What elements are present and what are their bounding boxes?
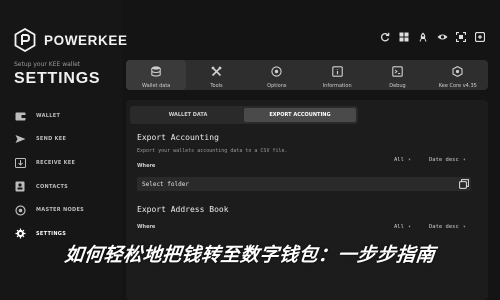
core-icon: [452, 62, 463, 81]
tool-label: Tools: [210, 82, 223, 89]
chevron-down-icon: ▾: [407, 157, 411, 163]
select-value: All: [394, 157, 404, 163]
sidebar-item-send[interactable]: SEND KEE: [14, 128, 118, 152]
receive-icon: [14, 157, 26, 169]
contacts-icon: [14, 181, 26, 193]
tool-information[interactable]: Information: [307, 60, 367, 90]
gear-icon: [14, 228, 26, 240]
sidebar-item-label: WALLET: [36, 112, 61, 119]
chevron-down-icon: ▾: [407, 224, 411, 230]
select-value: Date desc: [429, 157, 459, 163]
chevron-down-icon: ▾: [462, 157, 466, 163]
tool-label: Debug: [389, 82, 406, 89]
settings-toolbar: Wallet data Tools Options Information De…: [126, 60, 488, 90]
tab-export-accounting[interactable]: EXPORT ACCOUNTING: [244, 108, 356, 122]
chevron-down-icon: ▾: [462, 224, 466, 230]
refresh-icon[interactable]: [379, 31, 391, 43]
sidebar-item-label: CONTACTS: [36, 183, 69, 190]
tool-tools[interactable]: Tools: [186, 60, 246, 90]
filter-all-select[interactable]: All ▾: [394, 157, 411, 163]
select-folder-field[interactable]: Select folder: [137, 177, 471, 191]
grid-icon[interactable]: [398, 31, 410, 43]
rocket-icon[interactable]: [417, 31, 429, 43]
sidebar-item-contacts[interactable]: CONTACTS: [14, 175, 118, 199]
export-accounting-description: Export your wallets accounting data to a…: [137, 148, 288, 154]
powerkee-logo-icon: [14, 27, 36, 53]
tool-label: Kee Core v4.35: [438, 82, 477, 89]
tool-label: Options: [267, 82, 287, 89]
send-icon: [14, 133, 26, 145]
sidebar-item-masternodes[interactable]: MASTER NODES: [14, 198, 118, 222]
where-label: Where: [137, 224, 156, 230]
tools-icon: [211, 62, 222, 81]
select-value: Date desc: [429, 224, 459, 230]
folder-field-value: Select folder: [142, 180, 189, 188]
sidebar-item-label: SEND KEE: [36, 136, 67, 143]
top-icon-bar: [379, 31, 486, 43]
sidebar-item-label: MASTER NODES: [36, 207, 85, 214]
info-icon: [331, 62, 343, 81]
page-title: SETTINGS: [14, 70, 101, 87]
tab-wallet-data[interactable]: WALLET DATA: [132, 108, 244, 122]
export-accounting-title: Export Accounting: [137, 133, 219, 142]
where-label: Where: [137, 163, 156, 169]
sidebar-item-label: RECEIVE KEE: [36, 159, 76, 166]
sidebar-item-receive[interactable]: RECEIVE KEE: [14, 151, 118, 175]
tool-core-version[interactable]: Kee Core v4.35: [428, 60, 488, 90]
select-value: All: [394, 224, 404, 230]
settings-panel: WALLET DATA EXPORT ACCOUNTING Export Acc…: [126, 100, 488, 300]
sidebar-nav: WALLET SEND KEE RECEIVE KEE CONTACTS MAS…: [14, 104, 118, 246]
sidebar-item-label: SETTINGS: [36, 230, 67, 237]
tool-label: Information: [322, 82, 352, 89]
tool-debug[interactable]: Debug: [367, 60, 427, 90]
export-address-book-title: Export Address Book: [137, 205, 229, 214]
debug-icon: [392, 62, 403, 81]
tool-options[interactable]: Options: [247, 60, 307, 90]
tool-wallet-data[interactable]: Wallet data: [126, 60, 187, 90]
masternodes-icon: [14, 204, 26, 216]
settings-icon[interactable]: [474, 31, 486, 43]
eye-icon[interactable]: [436, 31, 448, 43]
options-icon: [271, 62, 282, 81]
sidebar-item-wallet[interactable]: WALLET: [14, 104, 118, 128]
wallet-icon: [14, 110, 26, 122]
subtab-bar: WALLET DATA EXPORT ACCOUNTING: [130, 106, 358, 124]
brand-name: POWERKEE: [44, 32, 128, 48]
database-icon: [151, 62, 161, 81]
scan-icon[interactable]: [455, 31, 467, 43]
brand-logo[interactable]: POWERKEE: [14, 27, 128, 53]
setup-subtitle: Setup your KEE wallet: [14, 61, 81, 68]
filter-all-select[interactable]: All ▾: [394, 224, 411, 230]
overlay-headline: 如何轻松地把钱转至数字钱包：一步步指南: [63, 244, 437, 266]
sort-date-select[interactable]: Date desc ▾: [429, 224, 466, 230]
sort-date-select[interactable]: Date desc ▾: [429, 157, 466, 163]
copy-icon[interactable]: [459, 179, 469, 189]
tool-label: Wallet data: [141, 82, 171, 89]
